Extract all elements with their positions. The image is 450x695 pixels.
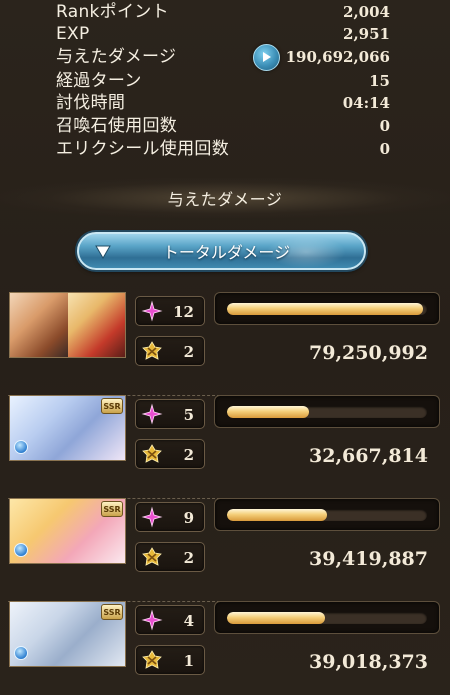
character-portrait[interactable]: SSR bbox=[9, 601, 126, 667]
stat-label: 経過ターン bbox=[56, 71, 142, 91]
skill-count: 4 bbox=[183, 612, 194, 630]
character-damage-row: SSR 4 1 39,018,373 bbox=[0, 601, 450, 695]
ougi-count-box: 2 bbox=[135, 336, 205, 366]
gold-crest-icon bbox=[142, 547, 162, 566]
stat-value: 2,004 bbox=[343, 3, 390, 21]
damage-bar-fill bbox=[227, 509, 327, 521]
character-portrait[interactable]: SSR bbox=[9, 498, 126, 564]
ougi-count: 2 bbox=[183, 343, 194, 361]
damage-bar-track bbox=[227, 303, 427, 315]
damage-bar bbox=[214, 395, 440, 428]
stat-label: EXP bbox=[56, 24, 90, 44]
character-portrait[interactable] bbox=[9, 292, 126, 358]
ougi-count: 2 bbox=[183, 446, 194, 464]
damage-bar bbox=[214, 498, 440, 531]
character-damage-row: 12 2 79,250,992 bbox=[0, 292, 450, 396]
stat-label: エリクシール使用回数 bbox=[56, 139, 229, 159]
damage-bar-track bbox=[227, 509, 427, 521]
stat-label: 召喚石使用回数 bbox=[56, 116, 178, 136]
element-icon bbox=[14, 646, 28, 660]
stat-value-with-button: 190,692,066 bbox=[252, 43, 390, 71]
stat-row-elixir-uses: エリクシール使用回数 0 bbox=[56, 138, 390, 160]
damage-value: 79,250,992 bbox=[309, 342, 428, 364]
damage-bar bbox=[214, 601, 440, 634]
character-damage-row: SSR 5 2 32,667,814 bbox=[0, 395, 450, 499]
damage-value: 39,419,887 bbox=[309, 548, 428, 570]
play-button[interactable] bbox=[252, 43, 280, 71]
ougi-count-box: 1 bbox=[135, 645, 205, 675]
ougi-count: 1 bbox=[183, 652, 194, 670]
dropdown-label: トータルダメージ bbox=[162, 243, 291, 262]
section-title: 与えたダメージ bbox=[167, 190, 283, 209]
skill-count-box: 12 bbox=[135, 296, 205, 326]
stat-row-time: 討伐時間 04:14 bbox=[56, 92, 390, 114]
stat-value: 0 bbox=[379, 140, 390, 158]
ougi-count: 2 bbox=[183, 549, 194, 567]
rarity-badge: SSR bbox=[101, 398, 123, 414]
play-icon bbox=[263, 52, 272, 62]
damage-bar bbox=[214, 292, 440, 325]
damage-value: 39,018,373 bbox=[309, 651, 428, 673]
stat-label: Rankポイント bbox=[56, 2, 169, 22]
skill-count: 9 bbox=[183, 509, 194, 527]
rarity-badge: SSR bbox=[101, 501, 123, 517]
stat-value: 04:14 bbox=[342, 94, 390, 112]
gold-crest-icon bbox=[142, 341, 162, 360]
damage-bar-track bbox=[227, 612, 427, 624]
stat-row-summon-uses: 召喚石使用回数 0 bbox=[56, 115, 390, 137]
stat-row-turns: 経過ターン 15 bbox=[56, 70, 390, 92]
skill-count-box: 4 bbox=[135, 605, 205, 635]
stat-value: 15 bbox=[369, 72, 390, 90]
pink-star-icon bbox=[141, 609, 163, 631]
skill-count: 5 bbox=[183, 406, 194, 424]
section-header: 与えたダメージ bbox=[0, 178, 450, 218]
gold-crest-icon bbox=[142, 650, 162, 669]
character-portrait[interactable]: SSR bbox=[9, 395, 126, 461]
stat-label: 与えたダメージ bbox=[56, 47, 177, 67]
ougi-count-box: 2 bbox=[135, 542, 205, 572]
stat-value: 0 bbox=[379, 117, 390, 135]
stat-value: 190,692,066 bbox=[285, 48, 390, 66]
pink-star-icon bbox=[141, 403, 163, 425]
ougi-count-box: 2 bbox=[135, 439, 205, 469]
character-damage-row: SSR 9 2 39,419,887 bbox=[0, 498, 450, 602]
damage-type-dropdown[interactable]: トータルダメージ bbox=[77, 232, 366, 270]
gold-crest-icon bbox=[142, 444, 162, 463]
damage-bar-fill bbox=[227, 612, 325, 624]
damage-bar-fill bbox=[227, 303, 423, 315]
stat-value: 2,951 bbox=[343, 25, 390, 43]
skill-count: 12 bbox=[173, 303, 194, 321]
pink-star-icon bbox=[141, 300, 163, 322]
stat-row-rank-points: Rankポイント 2,004 bbox=[56, 1, 390, 23]
damage-bar-fill bbox=[227, 406, 309, 418]
damage-value: 32,667,814 bbox=[309, 445, 428, 467]
stat-row-exp: EXP 2,951 bbox=[56, 23, 390, 45]
rarity-badge: SSR bbox=[101, 604, 123, 620]
skill-count-box: 5 bbox=[135, 399, 205, 429]
element-icon bbox=[14, 543, 28, 557]
stat-label: 討伐時間 bbox=[56, 93, 126, 113]
element-icon bbox=[14, 440, 28, 454]
stat-row-damage-dealt: 与えたダメージ 190,692,066 bbox=[56, 43, 390, 71]
skill-count-box: 9 bbox=[135, 502, 205, 532]
pink-star-icon bbox=[141, 506, 163, 528]
damage-bar-track bbox=[227, 406, 427, 418]
battle-stats-panel: Rankポイント 2,004 EXP 2,951 与えたダメージ 190,692… bbox=[0, 0, 450, 170]
